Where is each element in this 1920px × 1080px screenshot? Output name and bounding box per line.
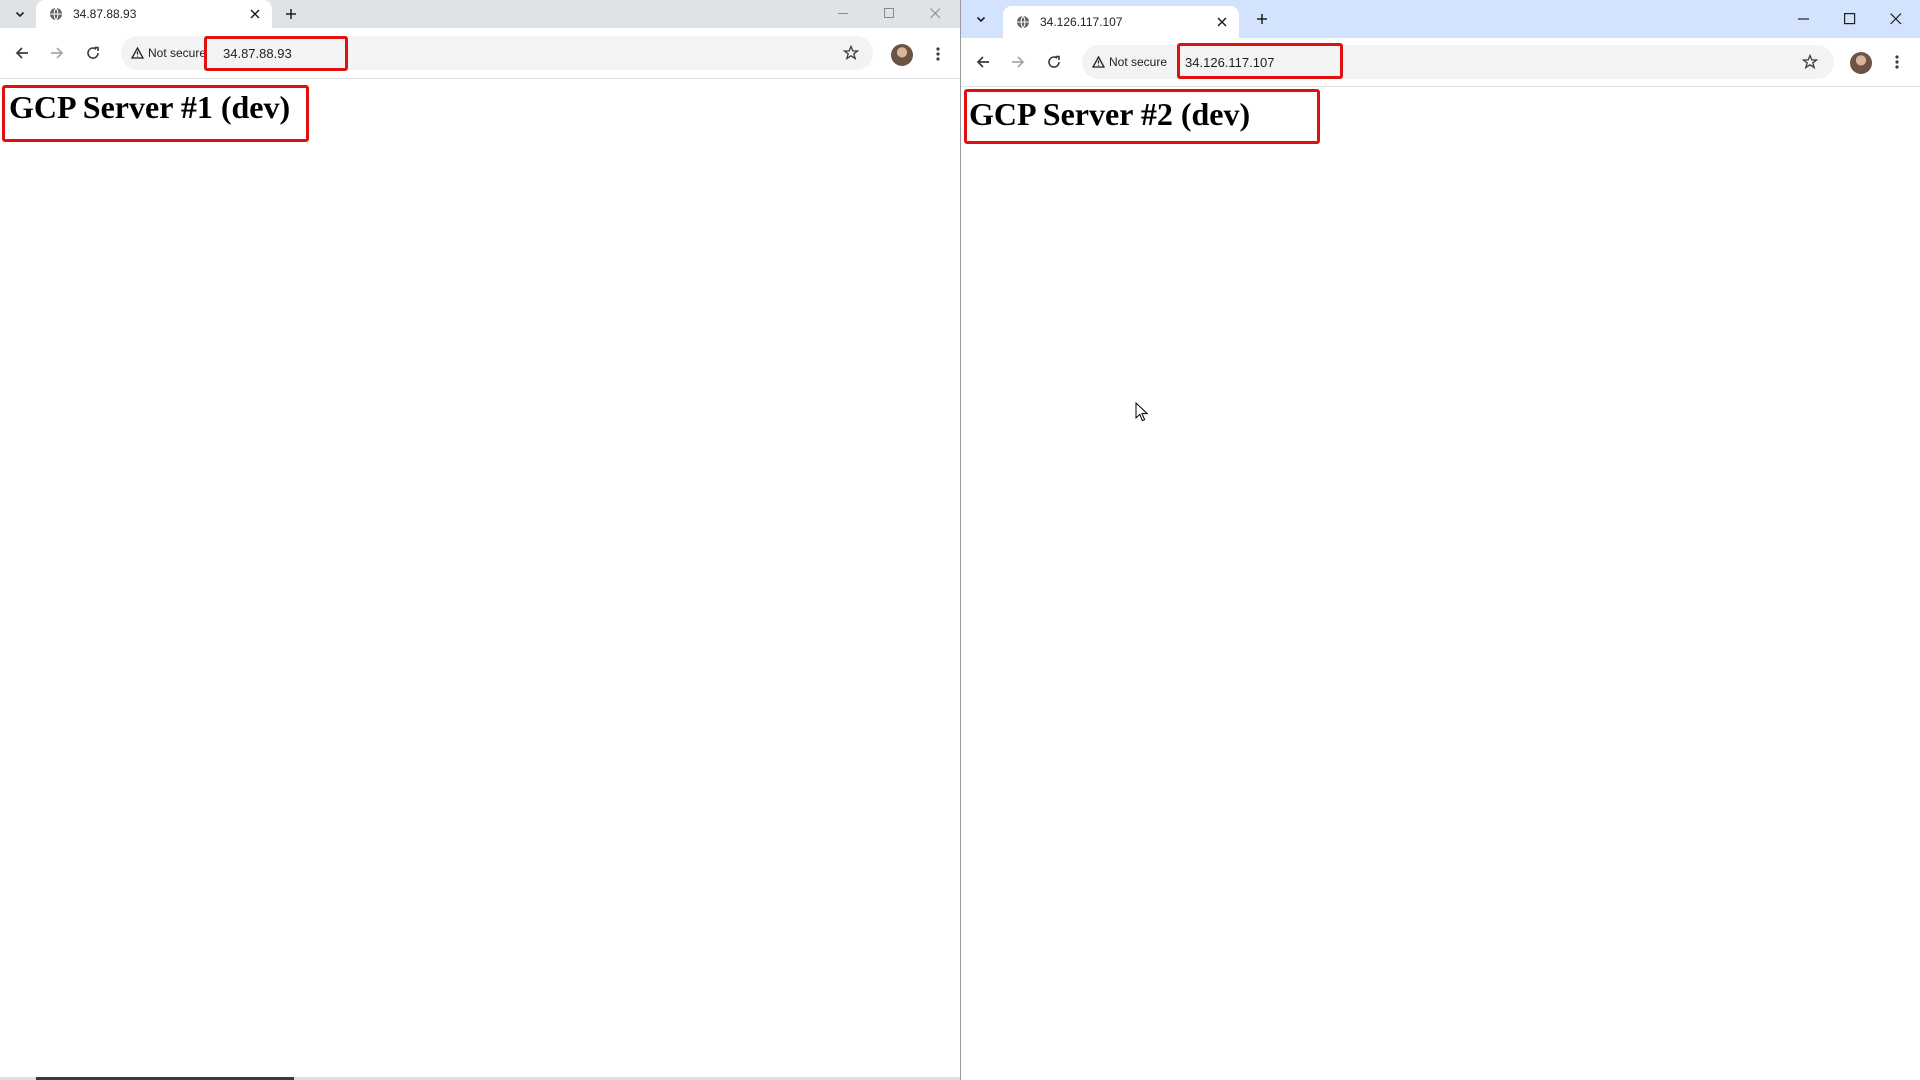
new-tab-button[interactable]	[1249, 6, 1275, 32]
toolbar: Not secure 34.126.117.107	[961, 38, 1920, 87]
browser-window-1: 34.87.88.93 Not secure 34.87.88.93 GCP S…	[0, 0, 960, 1080]
maximize-icon	[883, 7, 894, 18]
maximize-button[interactable]	[1827, 0, 1873, 38]
close-icon	[1890, 13, 1902, 25]
heading-highlight-box	[964, 89, 1320, 144]
back-button[interactable]	[8, 39, 36, 67]
chevron-down-icon	[976, 16, 986, 23]
arrow-left-icon	[976, 56, 989, 68]
browser-tab[interactable]: 34.87.88.93	[36, 0, 272, 28]
close-window-button[interactable]	[1873, 0, 1919, 38]
close-tab-button[interactable]	[245, 4, 265, 24]
minimize-icon	[837, 12, 848, 14]
tab-title: 34.126.117.107	[1040, 15, 1123, 29]
security-label: Not secure	[148, 46, 205, 60]
close-window-button[interactable]	[912, 0, 958, 26]
star-icon	[843, 45, 859, 61]
star-icon	[1802, 54, 1818, 70]
arrow-right-icon	[1012, 56, 1025, 68]
minimize-icon	[1798, 18, 1809, 20]
security-chip[interactable]: Not secure	[1082, 55, 1167, 69]
reload-icon	[87, 46, 99, 59]
close-tab-button[interactable]	[1212, 12, 1232, 32]
tab-strip: 34.126.117.107	[961, 0, 1920, 38]
warning-triangle-icon	[131, 47, 144, 59]
close-icon	[250, 9, 260, 19]
url-highlight-box	[204, 36, 348, 71]
heading-highlight-box	[2, 85, 309, 142]
close-icon	[1217, 17, 1227, 27]
security-label: Not secure	[1109, 55, 1168, 69]
warning-triangle-icon	[1092, 56, 1105, 68]
avatar[interactable]	[1850, 52, 1872, 74]
chevron-down-icon	[15, 11, 25, 18]
tab-strip: 34.87.88.93	[0, 0, 960, 28]
bookmark-button[interactable]	[838, 40, 864, 66]
reload-button[interactable]	[1040, 48, 1068, 76]
menu-button[interactable]	[928, 40, 948, 68]
maximize-button[interactable]	[866, 0, 912, 26]
minimize-button[interactable]	[820, 0, 866, 26]
menu-button[interactable]	[1887, 48, 1907, 76]
browser-window-2: 34.126.117.107 Not secure 34.126.117.107…	[960, 0, 1920, 1080]
close-icon	[929, 7, 940, 18]
globe-icon	[48, 6, 64, 22]
reload-icon	[1048, 55, 1060, 68]
new-tab-button[interactable]	[278, 1, 304, 27]
forward-button[interactable]	[43, 39, 71, 67]
kebab-menu-icon	[1895, 55, 1899, 69]
arrow-right-icon	[51, 47, 64, 59]
plus-icon	[286, 9, 296, 19]
minimize-button[interactable]	[1781, 0, 1827, 38]
tab-title: 34.87.88.93	[73, 7, 137, 21]
tab-search-button[interactable]	[969, 7, 993, 31]
plus-icon	[1257, 14, 1267, 24]
globe-icon	[1015, 14, 1031, 30]
avatar[interactable]	[891, 44, 913, 66]
maximize-icon	[1844, 13, 1856, 25]
forward-button[interactable]	[1004, 48, 1032, 76]
bookmark-button[interactable]	[1797, 49, 1823, 75]
mouse-cursor-icon	[1135, 402, 1149, 422]
toolbar: Not secure 34.87.88.93	[0, 28, 960, 79]
security-chip[interactable]: Not secure	[121, 46, 205, 60]
back-button[interactable]	[969, 48, 997, 76]
reload-button[interactable]	[79, 39, 107, 67]
browser-tab[interactable]: 34.126.117.107	[1003, 6, 1239, 38]
kebab-menu-icon	[936, 47, 940, 61]
tab-search-button[interactable]	[8, 2, 32, 26]
arrow-left-icon	[15, 47, 28, 59]
url-highlight-box	[1177, 43, 1343, 79]
